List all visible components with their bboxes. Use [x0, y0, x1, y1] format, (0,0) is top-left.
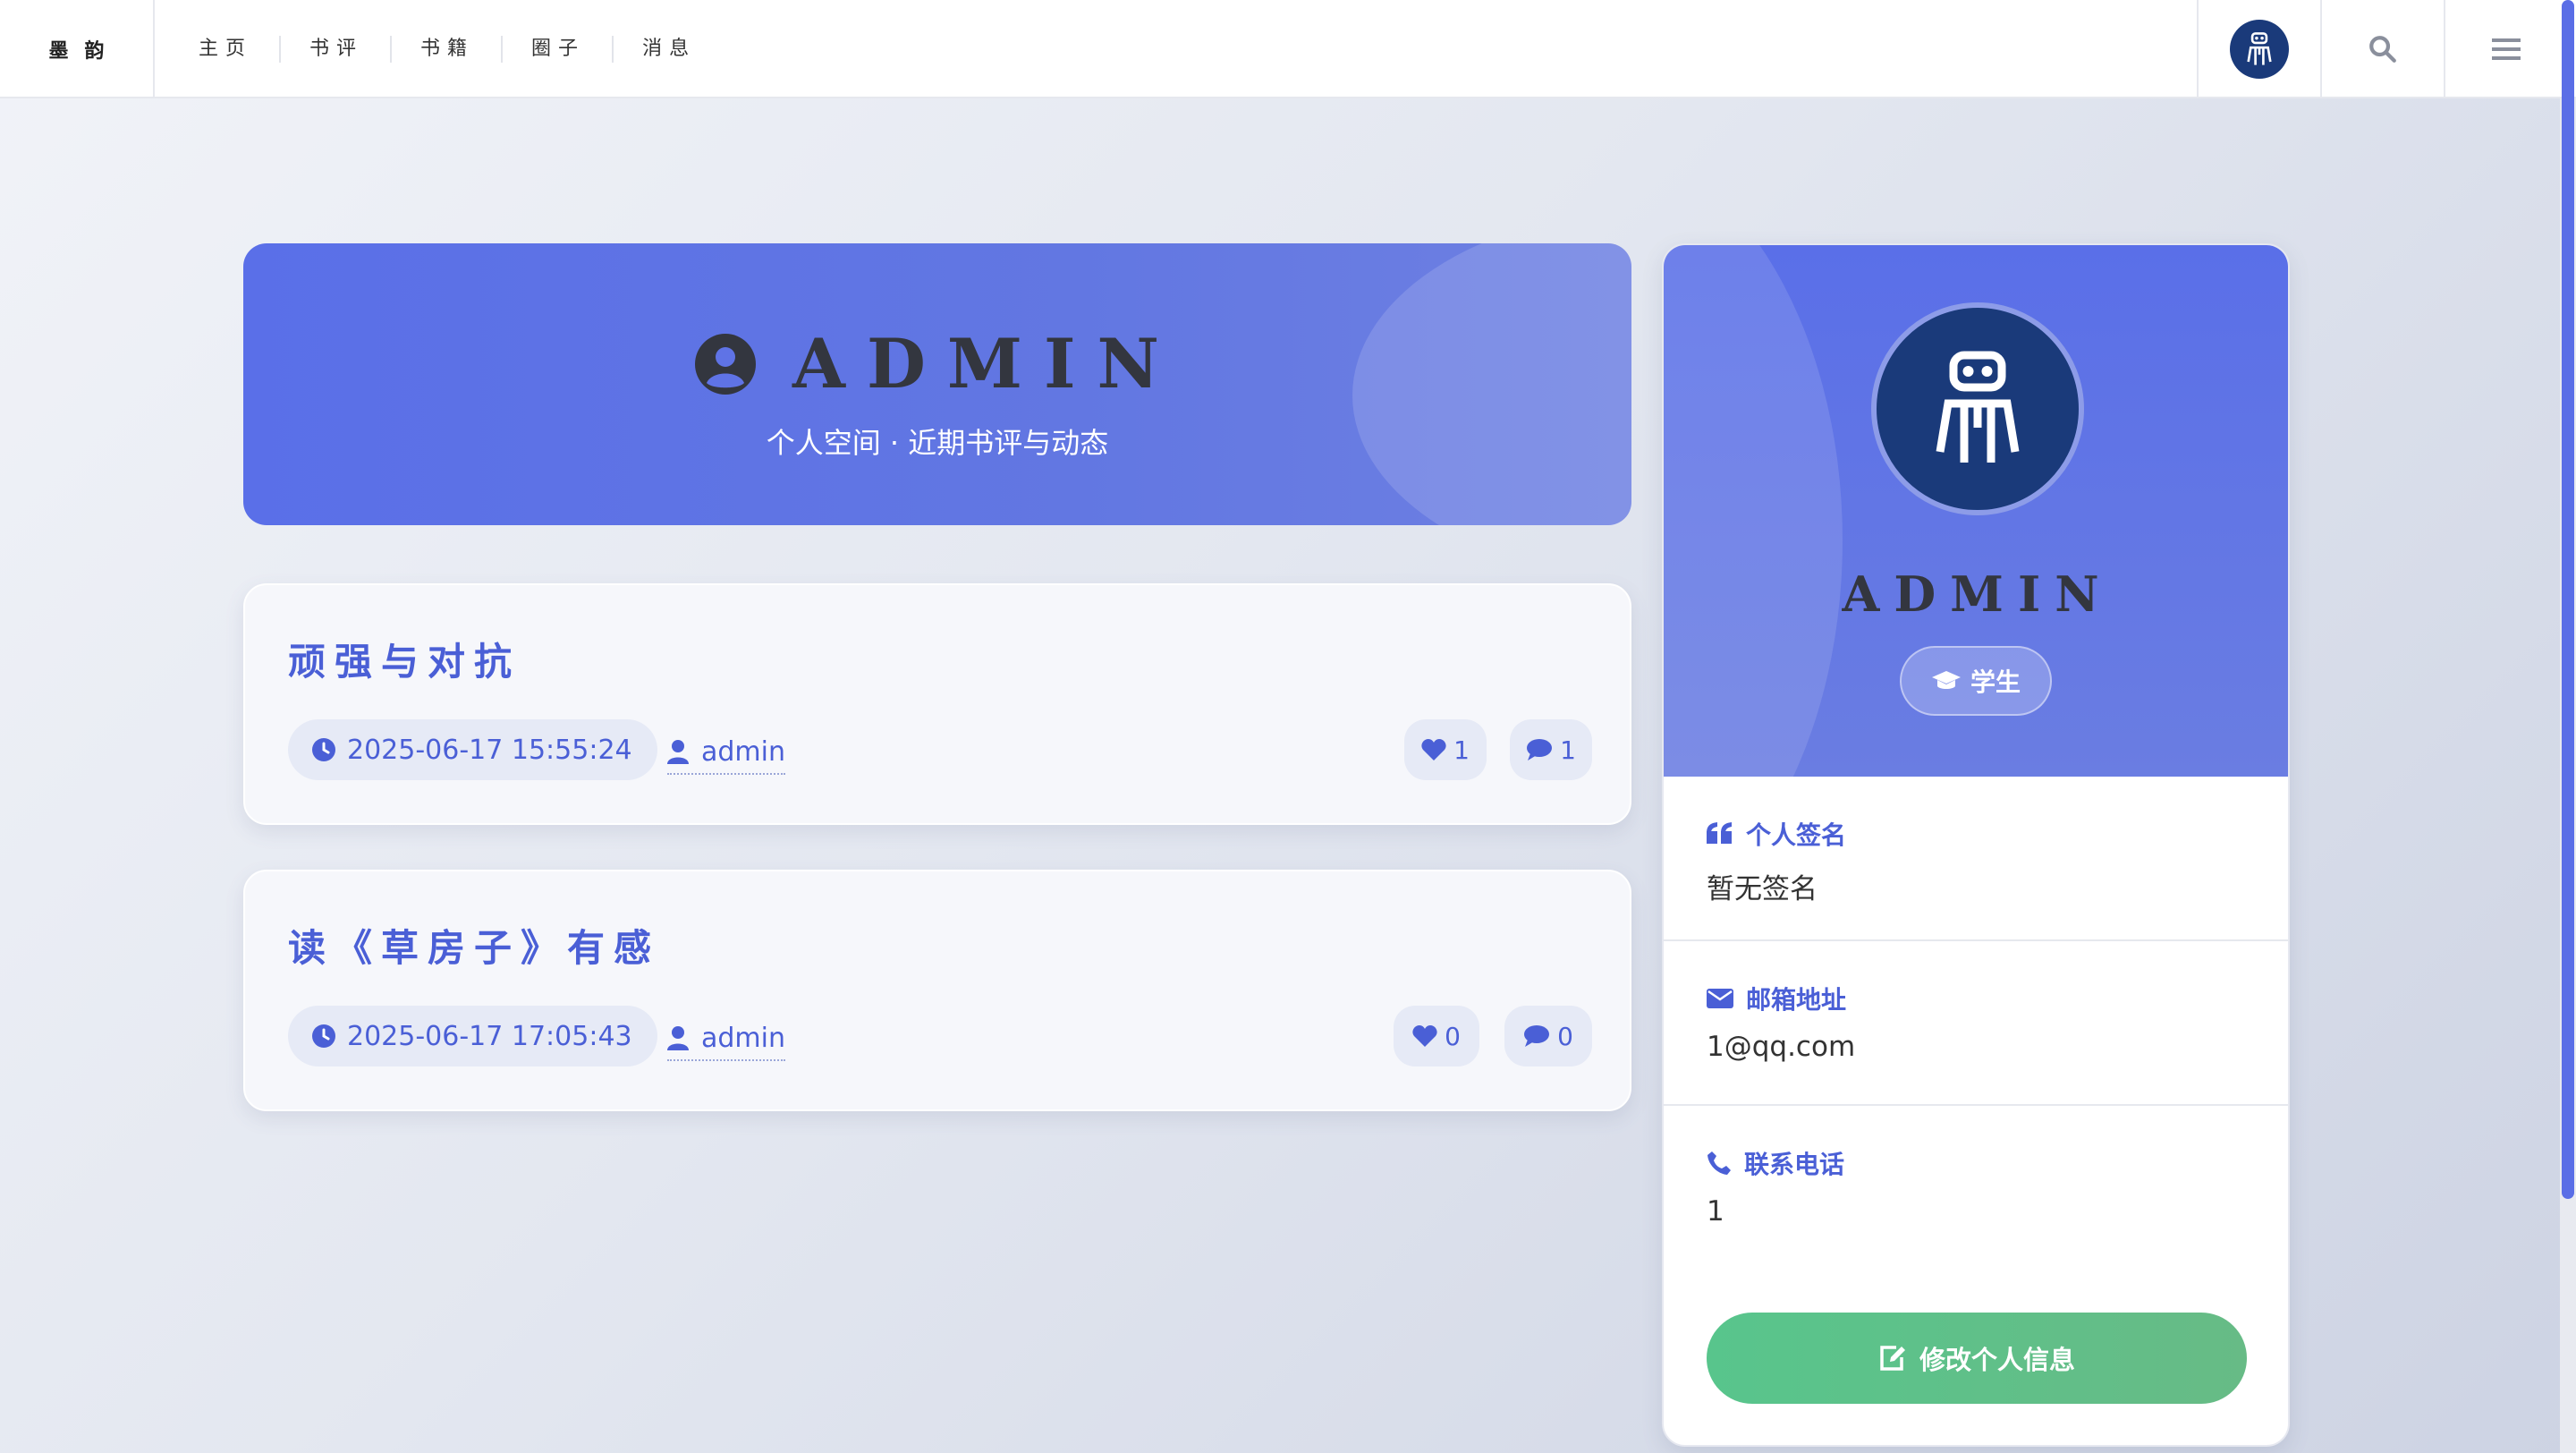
nav-item-circles[interactable]: 圈子 [501, 36, 612, 63]
like-count: 1 [1453, 735, 1470, 765]
comment-button[interactable]: 1 [1510, 719, 1592, 780]
post-card[interactable]: 读《草房子》有感 2025-06-17 17:05:43 admin 0 0 [243, 870, 1631, 1111]
search-icon [2369, 36, 2396, 63]
email-label: 邮箱地址 [1707, 981, 1846, 1016]
comment-count: 1 [1560, 735, 1576, 765]
edit-icon [1880, 1346, 1905, 1371]
role-badge: 学生 [1900, 646, 2052, 716]
comment-button[interactable]: 0 [1504, 1006, 1592, 1066]
post-author: admin [701, 735, 785, 768]
like-button[interactable]: 0 [1394, 1006, 1479, 1066]
profile-header: ADMIN 学生 [1664, 245, 2288, 777]
heart-icon [1412, 1025, 1437, 1047]
search-button[interactable] [2320, 0, 2444, 98]
main-nav: 主页 书评 书籍 圈子 消息 [170, 0, 723, 98]
phone-value: 1 [1707, 1195, 1724, 1228]
user-icon [667, 740, 689, 764]
profile-card: ADMIN 学生 个人签名 暂无签名 邮箱地址 1@qq.com 联系电话 1 … [1662, 243, 2290, 1447]
nav-item-books[interactable]: 书籍 [390, 36, 501, 63]
comment-count: 0 [1557, 1021, 1573, 1051]
post-time: 2025-06-17 15:55:24 [347, 734, 632, 766]
post-time: 2025-06-17 17:05:43 [347, 1020, 632, 1052]
profile-name: ADMIN [1842, 565, 2114, 623]
nav-item-reviews[interactable]: 书评 [279, 36, 390, 63]
edit-profile-label: 修改个人信息 [1919, 1345, 2075, 1375]
post-time-chip: 2025-06-17 17:05:43 [288, 1006, 657, 1066]
menu-button[interactable] [2444, 0, 2567, 98]
envelope-icon [1707, 989, 1733, 1008]
menu-icon [2492, 38, 2521, 60]
banner-subtitle: 个人空间 · 近期书评与动态 [766, 426, 1109, 460]
user-circle-icon [694, 333, 756, 395]
banner-username: ADMIN [792, 324, 1182, 404]
signature-section: 个人签名 暂无签名 [1664, 777, 2288, 941]
email-value: 1@qq.com [1707, 1031, 1856, 1063]
nav-item-home[interactable]: 主页 [170, 36, 279, 63]
email-section: 邮箱地址 1@qq.com [1664, 941, 2288, 1106]
post-card[interactable]: 顽强与对抗 2025-06-17 15:55:24 admin 1 1 [243, 583, 1631, 825]
post-author-link[interactable]: admin [667, 1016, 785, 1061]
user-avatar-icon [2230, 20, 2289, 79]
post-time-chip: 2025-06-17 15:55:24 [288, 719, 657, 780]
comment-icon [1527, 739, 1553, 760]
signature-value: 暂无签名 [1707, 873, 1818, 905]
comment-icon [1524, 1025, 1550, 1047]
post-author: admin [701, 1022, 785, 1054]
like-count: 0 [1445, 1021, 1461, 1051]
post-title[interactable]: 读《草房子》有感 [288, 918, 660, 973]
heart-icon [1421, 739, 1446, 760]
post-title[interactable]: 顽强与对抗 [288, 632, 521, 686]
brand-logo[interactable]: 墨韵 [0, 0, 155, 98]
edit-profile-button[interactable]: 修改个人信息 [1707, 1313, 2247, 1404]
profile-avatar-icon [1871, 302, 2084, 515]
post-author-link[interactable]: admin [667, 730, 785, 775]
phone-section: 联系电话 1 [1664, 1106, 2288, 1270]
phone-icon [1707, 1151, 1731, 1175]
signature-label: 个人签名 [1707, 816, 1846, 852]
profile-decoration [1664, 245, 1843, 777]
banner-title: ADMIN [243, 324, 1631, 404]
user-icon [667, 1026, 689, 1050]
top-bar: 墨韵 主页 书评 书籍 圈子 消息 [0, 0, 2576, 98]
nav-item-messages[interactable]: 消息 [612, 36, 723, 63]
user-avatar-button[interactable] [2197, 0, 2320, 98]
role-label: 学生 [1970, 667, 2021, 697]
clock-icon [312, 738, 335, 761]
profile-banner: ADMIN 个人空间 · 近期书评与动态 [243, 243, 1631, 525]
scrollbar-thumb[interactable] [2562, 0, 2574, 1199]
graduation-cap-icon [1931, 671, 1961, 689]
phone-label: 联系电话 [1707, 1145, 1844, 1181]
like-button[interactable]: 1 [1404, 719, 1487, 780]
quote-icon [1707, 822, 1732, 844]
clock-icon [312, 1024, 335, 1048]
